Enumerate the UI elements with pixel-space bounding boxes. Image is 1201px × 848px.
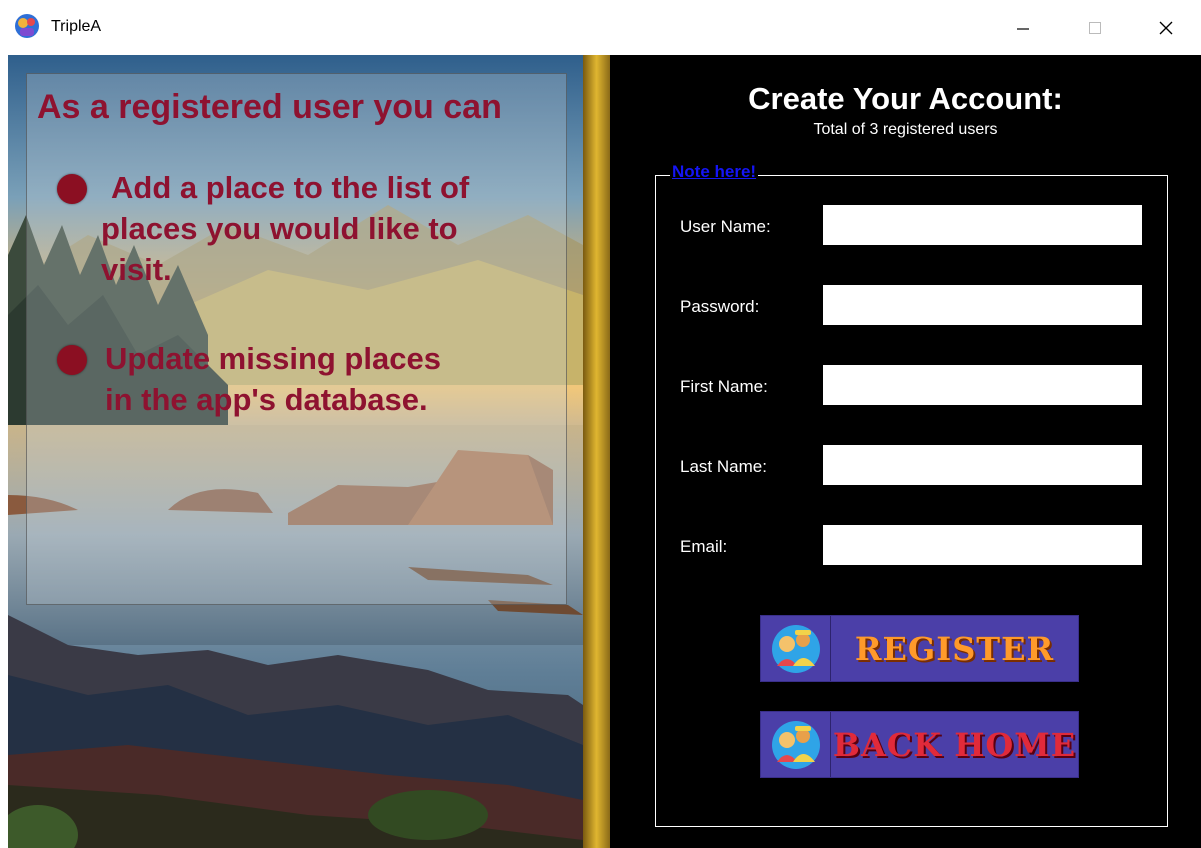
travelers-icon [772,721,820,769]
bullet-line: places you would like to [101,211,458,246]
last-name-input[interactable] [823,445,1142,485]
last-name-label: Last Name: [680,457,767,476]
back-home-label: BACK HOME [832,725,1077,764]
form-title: Create Your Account: [748,81,1063,116]
username-input[interactable] [823,205,1142,245]
username-label: User Name: [680,217,771,236]
password-input[interactable] [823,285,1142,325]
first-name-label: First Name: [680,377,768,396]
back-home-button[interactable]: BACK HOME [760,711,1079,778]
info-heading: As a registered user you can [37,88,502,126]
info-panel: As a registered user you can Add a place… [8,55,610,848]
bullet-text: Update missing places in the app's datab… [105,338,441,420]
bullet-dot [57,345,87,375]
bullet-line: visit. [101,252,172,287]
close-button[interactable] [1143,0,1189,55]
travelers-icon [772,625,820,673]
registration-panel: Create Your Account: Total of 3 register… [610,55,1201,848]
note-link[interactable]: Note here! [670,162,759,182]
bullet-line: in the app's database. [105,382,428,417]
triplea-logo-icon [15,14,39,38]
minimize-button[interactable] [1000,0,1046,55]
maximize-icon [1089,21,1101,34]
password-label: Password: [680,297,760,316]
first-name-input[interactable] [823,365,1142,405]
maximize-button[interactable] [1072,0,1118,55]
window-title: TripleA [51,18,102,35]
title-bar: TripleA [0,0,1201,55]
bullet-line: Update missing places [105,341,441,376]
register-label: REGISTER [854,629,1055,668]
bullet-text: Add a place to the list of places you wo… [101,167,470,290]
email-label: Email: [680,537,728,556]
bullet-dot [57,174,87,204]
email-input[interactable] [823,525,1142,565]
register-button[interactable]: REGISTER [760,615,1079,682]
close-icon [1159,21,1173,34]
bullet-line: Add a place to the list of [111,170,470,205]
minimize-icon [1017,27,1029,30]
window-border [0,55,8,848]
info-box: As a registered user you can Add a place… [26,73,567,605]
registered-count: Total of 3 registered users [813,121,998,138]
